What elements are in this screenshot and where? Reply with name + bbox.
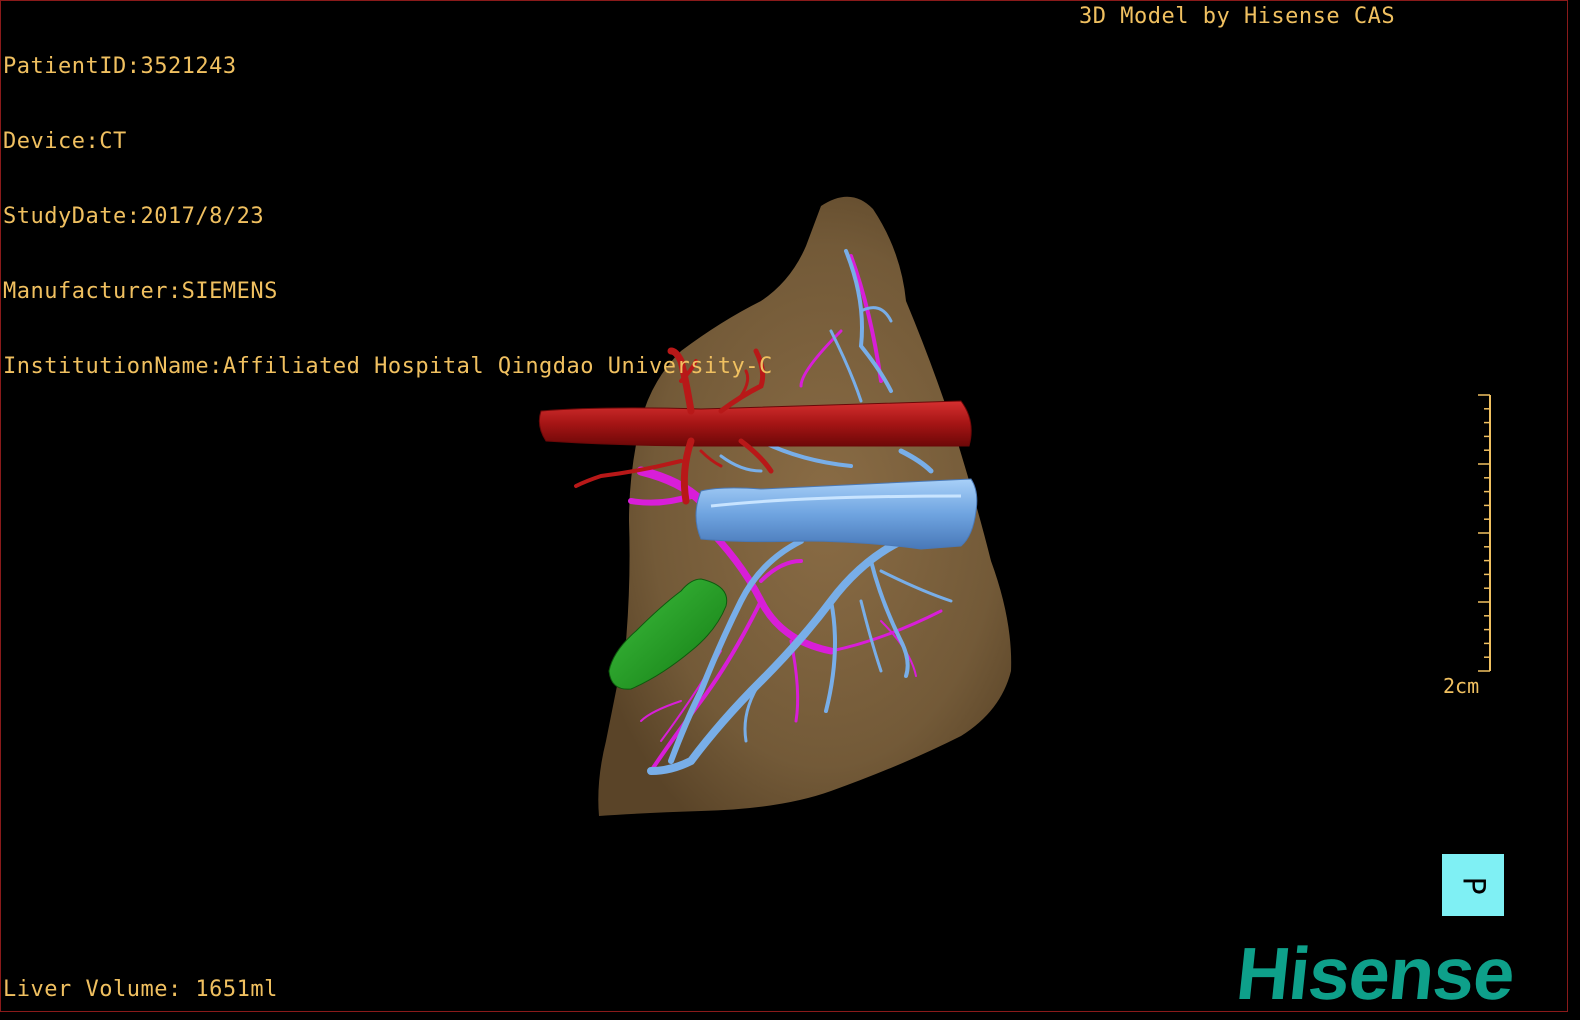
- orientation-label: P: [1455, 875, 1491, 895]
- liver-volume-readout: Liver Volume: 1651ml: [3, 977, 278, 1002]
- model-credit: 3D Model by Hisense CAS: [1079, 4, 1396, 29]
- scale-bar: [1478, 394, 1491, 672]
- portal-vein-trunk[interactable]: [695, 478, 978, 550]
- institution-name: InstitutionName:Affiliated Hospital Qing…: [3, 354, 773, 379]
- device: Device:CT: [3, 129, 127, 154]
- hisense-logo: Hisense: [1232, 932, 1519, 1015]
- study-info-block: PatientID:3521243 Device:CT StudyDate:20…: [3, 4, 773, 429]
- patient-id: PatientID:3521243: [3, 54, 237, 79]
- scale-label: 2cm: [1443, 674, 1480, 698]
- study-date: StudyDate:2017/8/23: [3, 204, 265, 229]
- orientation-cube-icon[interactable]: P: [1442, 854, 1504, 916]
- 3d-viewport[interactable]: PatientID:3521243 Device:CT StudyDate:20…: [0, 0, 1568, 1015]
- manufacturer: Manufacturer:SIEMENS: [3, 279, 278, 304]
